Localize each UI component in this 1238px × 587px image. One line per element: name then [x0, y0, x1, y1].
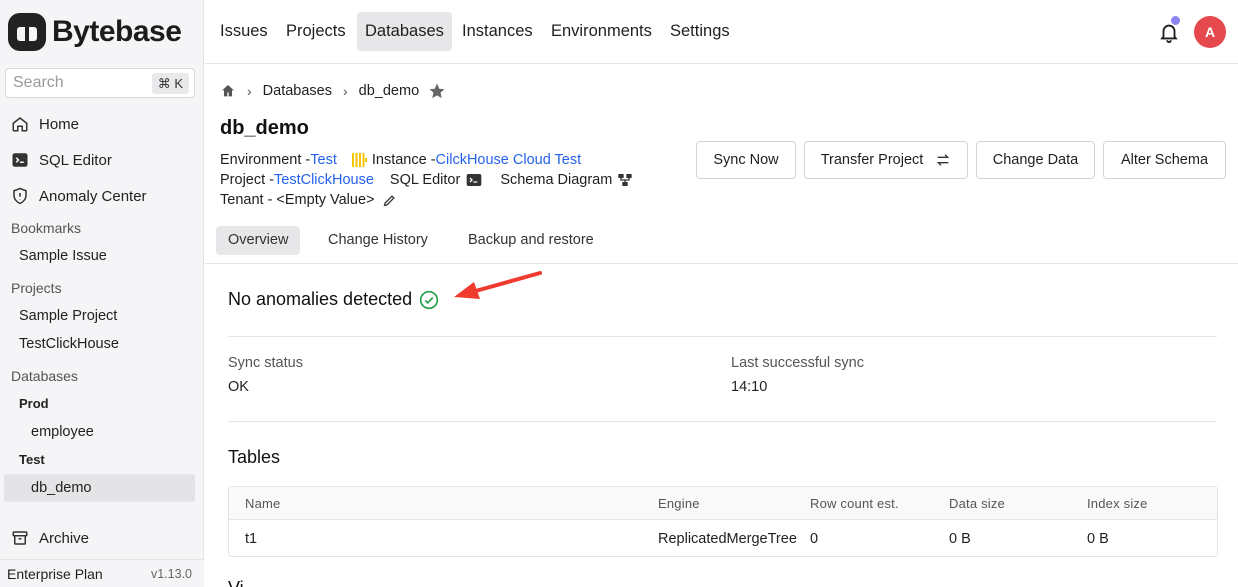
sidebar: Bytebase ⌘ K Home SQL Editor Anomaly Cen… [0, 0, 204, 587]
chevron-right-icon: › [343, 83, 348, 99]
sync-status-value: OK [228, 379, 249, 395]
topnav-databases[interactable]: Databases [357, 12, 452, 51]
sidebar-item-anomaly-center[interactable]: Anomaly Center [10, 181, 147, 211]
home-icon[interactable] [220, 83, 236, 99]
schema-diagram-icon[interactable] [617, 172, 633, 188]
tab-backup-restore[interactable]: Backup and restore [456, 226, 606, 255]
transfer-project-button[interactable]: Transfer Project [804, 141, 968, 179]
tab-divider [205, 263, 1238, 264]
database-item-selected[interactable]: db_demo [31, 480, 91, 496]
environment-link[interactable]: Test [310, 152, 337, 168]
tab-overview[interactable]: Overview [216, 226, 301, 255]
sync-now-button[interactable]: Sync Now [696, 141, 796, 179]
sidebar-footer: Enterprise Plan v1.13.0 [0, 559, 204, 587]
column-header[interactable]: Engine [658, 496, 700, 511]
sql-editor-link[interactable]: SQL Editor [390, 172, 460, 188]
terminal-icon[interactable] [466, 172, 482, 188]
breadcrumb: › Databases › db_demo [220, 80, 446, 102]
breadcrumb-current: db_demo [358, 83, 420, 99]
topnav-projects[interactable]: Projects [278, 12, 354, 51]
projects-heading: Projects [11, 280, 62, 296]
sync-status-label: Sync status [228, 355, 303, 371]
bytebase-logo-icon [8, 13, 46, 51]
meta-tenant: Tenant - <Empty Value> [220, 192, 397, 208]
tab-change-history[interactable]: Change History [316, 226, 440, 255]
archive-icon [10, 528, 30, 548]
section-divider [228, 421, 1217, 422]
project-item[interactable]: Sample Project [19, 308, 117, 324]
pencil-icon[interactable] [382, 193, 397, 208]
table-engine-cell: ReplicatedMergeTree [658, 531, 797, 547]
topnav-issues[interactable]: Issues [212, 12, 276, 51]
env-label-prod: Prod [19, 396, 49, 411]
breadcrumb-databases[interactable]: Databases [263, 83, 332, 99]
change-data-button[interactable]: Change Data [976, 141, 1095, 179]
section-divider [228, 336, 1217, 337]
chevron-right-icon: › [247, 83, 252, 99]
column-header[interactable]: Name [245, 496, 280, 511]
app-name: Bytebase [52, 15, 182, 48]
environment-label: Environment - [220, 152, 311, 168]
sidebar-item-label: SQL Editor [39, 151, 112, 169]
databases-heading: Databases [11, 368, 78, 384]
check-circle-icon [419, 290, 439, 309]
column-header[interactable]: Row count est. [810, 496, 899, 511]
env-label-test: Test [19, 452, 45, 467]
shield-icon [10, 186, 30, 206]
swap-icon [937, 154, 950, 166]
table-rows-cell: 0 [810, 531, 819, 547]
meta-environment-instance: Environment - Test Instance - CilckHouse… [220, 152, 581, 168]
version-label: v1.13.0 [150, 567, 192, 581]
anomaly-text: No anomalies detected [228, 289, 413, 309]
topnav-instances[interactable]: Instances [454, 12, 541, 51]
tables-table: Name Engine Row count est. Data size Ind… [228, 486, 1218, 557]
top-navigation: Issues Projects Databases Instances Envi… [205, 0, 1238, 64]
sidebar-item-sql-editor[interactable]: SQL Editor [10, 145, 112, 175]
table-data-size-cell: 0 B [949, 531, 971, 547]
clickhouse-icon [351, 153, 367, 167]
sidebar-item-label: Archive [39, 529, 90, 547]
next-section-heading: Vi [228, 578, 244, 587]
project-link[interactable]: TestClickHouse [274, 172, 374, 188]
annotation-arrow-icon [454, 271, 542, 299]
tables-heading: Tables [228, 447, 281, 467]
table-header: Name Engine Row count est. Data size Ind… [229, 487, 1217, 520]
last-sync-label: Last successful sync [731, 355, 864, 371]
anomaly-status: No anomalies detected [228, 289, 439, 310]
sidebar-item-archive[interactable]: Archive [10, 523, 89, 553]
column-header[interactable]: Index size [1087, 496, 1148, 511]
table-name-cell[interactable]: t1 [245, 531, 257, 547]
instance-label: Instance - [371, 152, 436, 168]
page-title: db_demo [220, 117, 309, 139]
table-index-size-cell: 0 B [1087, 531, 1109, 547]
alter-schema-button[interactable]: Alter Schema [1103, 141, 1226, 179]
sidebar-item-label: Anomaly Center [39, 187, 147, 205]
bookmark-item[interactable]: Sample Issue [19, 248, 107, 264]
bytebase-logo[interactable]: Bytebase [8, 12, 182, 52]
meta-project: Project - TestClickHouse SQL Editor Sche… [220, 172, 633, 188]
schema-diagram-link[interactable]: Schema Diagram [500, 172, 612, 188]
notification-dot [1171, 16, 1180, 25]
search-shortcut: ⌘ K [151, 73, 189, 94]
transfer-project-label: Transfer Project [820, 152, 924, 168]
terminal-icon [10, 150, 30, 170]
project-label: Project - [220, 172, 274, 188]
bookmarks-heading: Bookmarks [11, 220, 82, 236]
column-header[interactable]: Data size [949, 496, 1005, 511]
star-icon[interactable] [428, 82, 446, 100]
last-sync-value: 14:10 [731, 379, 768, 395]
avatar[interactable]: A [1194, 16, 1226, 48]
instance-link[interactable]: CilckHouse Cloud Test [436, 152, 582, 168]
sidebar-item-home[interactable]: Home [10, 109, 79, 139]
database-item[interactable]: employee [31, 424, 94, 440]
topnav-environments[interactable]: Environments [543, 12, 660, 51]
plan-label[interactable]: Enterprise Plan [7, 566, 103, 582]
sidebar-item-label: Home [39, 115, 80, 133]
search-box[interactable]: ⌘ K [5, 68, 195, 98]
tenant-label: Tenant - <Empty Value> [220, 192, 375, 208]
topnav-settings[interactable]: Settings [662, 12, 738, 51]
home-icon [10, 114, 30, 134]
project-item[interactable]: TestClickHouse [19, 336, 119, 352]
search-input[interactable] [13, 74, 143, 92]
